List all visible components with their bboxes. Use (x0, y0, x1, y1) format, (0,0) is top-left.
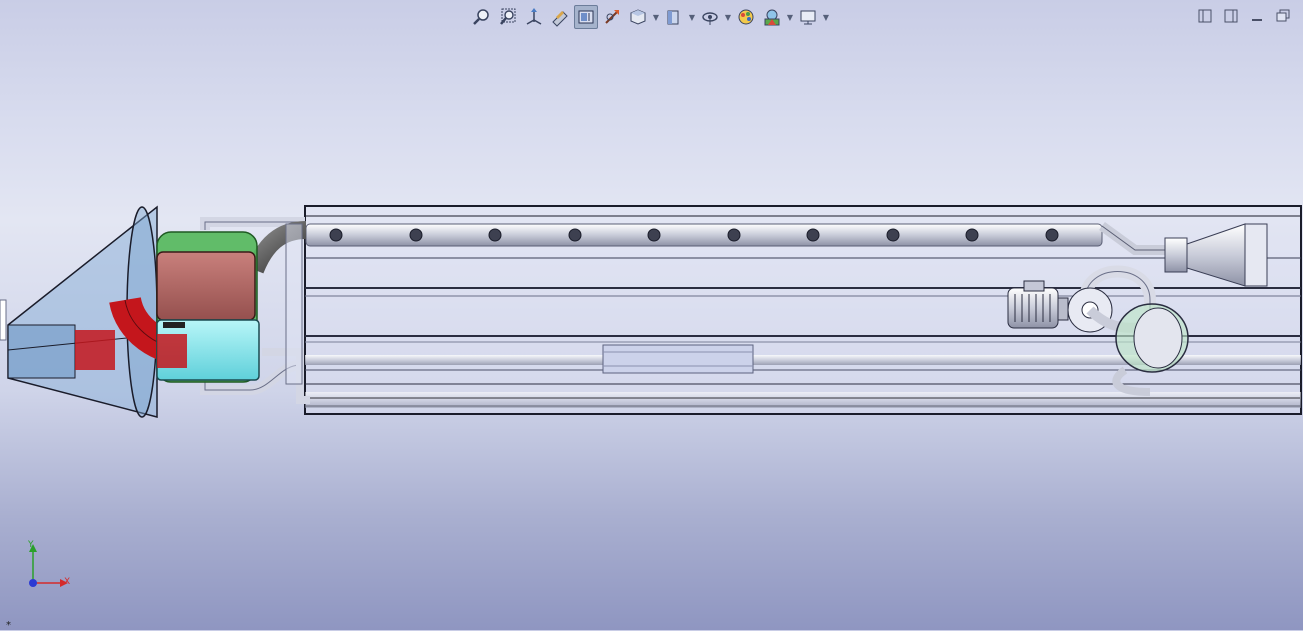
tile-left-icon[interactable] (1197, 8, 1213, 24)
monitor-icon[interactable] (796, 5, 820, 29)
display-style-icon[interactable] (626, 5, 650, 29)
heads-up-view-toolbar: ▼ ▼ ▼ ▼ ▼ (470, 4, 830, 30)
apply-scene-icon[interactable] (734, 5, 758, 29)
spray-pipe[interactable] (305, 223, 1103, 247)
zoom-to-area-icon[interactable] (496, 5, 520, 29)
status-text: * (6, 620, 11, 631)
restore-icon[interactable] (1275, 8, 1291, 24)
view-orientation-icon[interactable] (600, 5, 624, 29)
hide-show-dropdown-icon[interactable]: ▼ (724, 5, 732, 29)
triad-y-label: Y (28, 540, 34, 550)
view-orientation-dropdown-icon[interactable]: ▼ (652, 5, 660, 29)
brown-tank[interactable] (156, 251, 256, 321)
triad-x-label: X (64, 577, 71, 587)
apply-scene-dropdown-icon[interactable]: ▼ (786, 5, 794, 29)
previous-view-icon[interactable] (522, 5, 546, 29)
tile-right-icon[interactable] (1223, 8, 1239, 24)
section-view-icon[interactable] (548, 5, 572, 29)
edit-appearance-icon[interactable] (698, 5, 722, 29)
display-style-dropdown-icon[interactable]: ▼ (688, 5, 696, 29)
window-controls (1197, 8, 1291, 24)
view-settings-icon[interactable] (760, 5, 784, 29)
cyan-tank[interactable] (156, 319, 260, 381)
coordinate-triad: Y X (18, 540, 78, 596)
dynamic-annotation-views-icon[interactable] (574, 5, 598, 29)
cad-model[interactable] (0, 0, 1303, 630)
graphics-area[interactable]: ▼ ▼ ▼ ▼ ▼ Y X * (0, 0, 1303, 631)
hide-show-items-icon[interactable] (662, 5, 686, 29)
minimize-icon[interactable] (1249, 8, 1265, 24)
zoom-to-fit-icon[interactable] (470, 5, 494, 29)
view-settings-dropdown-icon[interactable]: ▼ (822, 5, 830, 29)
